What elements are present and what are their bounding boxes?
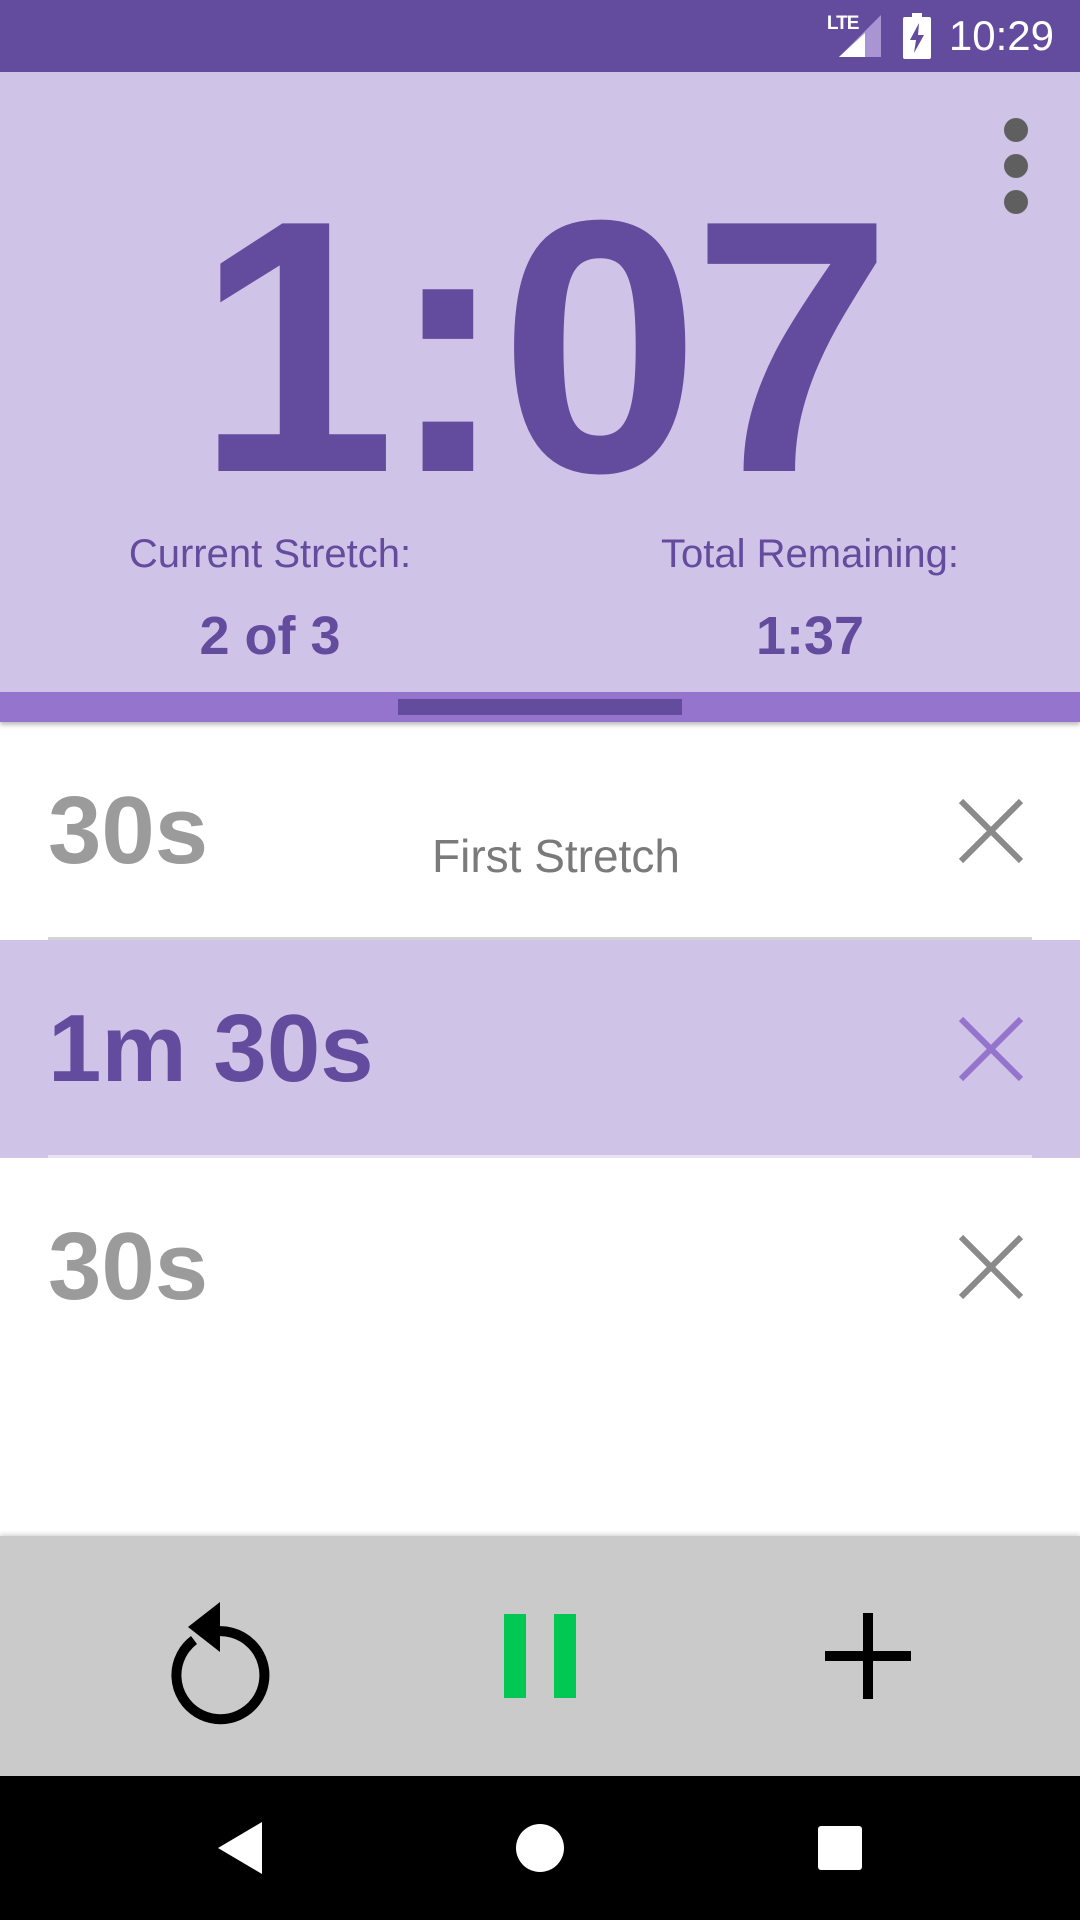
pause-icon[interactable]	[470, 1586, 610, 1726]
network-type-label: LTE	[826, 13, 860, 34]
current-stretch-value: 2 of 3	[199, 606, 341, 666]
signal-icon: LTE	[827, 13, 885, 59]
plus-icon[interactable]	[798, 1586, 938, 1726]
list-item[interactable]: 30s	[0, 1158, 1080, 1376]
recents-icon[interactable]	[804, 1812, 876, 1884]
control-bar	[0, 1536, 1080, 1776]
total-remaining-value: 1:37	[755, 606, 865, 666]
current-stretch-label: Current Stretch:	[128, 532, 412, 576]
total-remaining-label: Total Remaining:	[661, 532, 959, 576]
stretch-name: First Stretch	[432, 830, 680, 882]
close-icon[interactable]	[956, 796, 1026, 866]
system-nav-bar	[0, 1776, 1080, 1920]
close-icon[interactable]	[956, 1232, 1026, 1302]
back-icon[interactable]	[204, 1812, 276, 1884]
countdown-timer: 1:07	[195, 146, 893, 548]
stretch-duration: 1m 30s	[48, 995, 374, 1102]
list-item[interactable]: 30s First Stretch	[0, 722, 1080, 940]
battery-charging-icon	[902, 13, 931, 59]
close-icon[interactable]	[956, 1014, 1026, 1084]
restart-icon[interactable]	[142, 1586, 282, 1726]
current-stretch-stat: Current Stretch: 2 of 3	[0, 532, 540, 667]
list-item-active[interactable]: 1m 30s	[0, 940, 1080, 1158]
home-icon[interactable]	[504, 1812, 576, 1884]
status-time: 10:29	[948, 12, 1054, 59]
stretch-duration: 30s	[48, 777, 209, 884]
timer-header: 1:07 Current Stretch: 2 of 3 Total Remai…	[0, 72, 1080, 692]
total-remaining-stat: Total Remaining: 1:37	[540, 532, 1080, 667]
status-bar: LTE 10:29	[0, 0, 1080, 72]
more-vert-icon[interactable]	[998, 114, 1034, 218]
stretch-duration: 30s	[48, 1213, 209, 1320]
drag-handle[interactable]	[398, 699, 682, 715]
panel-drag-strip	[0, 692, 1080, 722]
